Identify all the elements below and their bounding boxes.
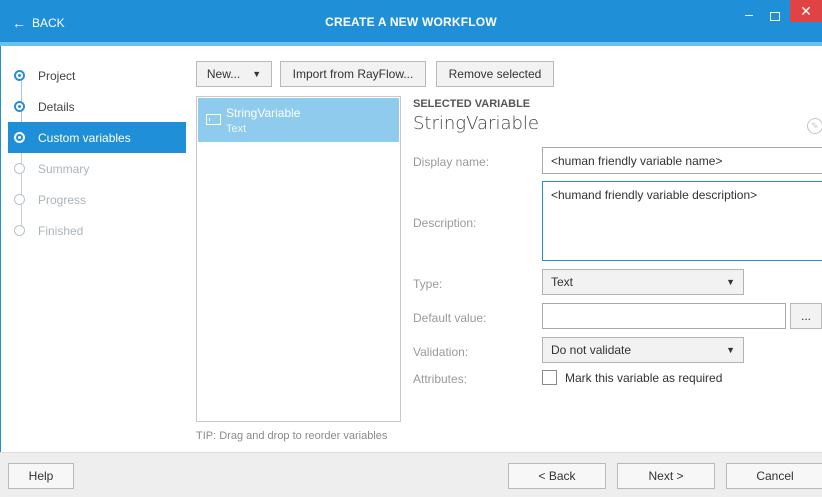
description-value: <humand friendly variable description> <box>551 188 758 202</box>
new-variable-dropdown[interactable]: New... ▼ <box>196 61 272 87</box>
step-label: Details <box>38 99 75 114</box>
chevron-down-icon: ▼ <box>726 277 735 287</box>
edit-icon[interactable]: ✎ <box>807 118 822 134</box>
default-value-field[interactable] <box>542 303 786 329</box>
import-button[interactable]: Import from RayFlow... <box>280 61 426 87</box>
step-pending-icon <box>14 163 25 174</box>
minimize-icon: – <box>745 6 753 22</box>
maximize-button[interactable] <box>764 8 786 24</box>
step-done-icon <box>14 101 25 112</box>
description-field[interactable]: <humand friendly variable description> <box>542 181 822 261</box>
step-current-icon <box>14 132 25 143</box>
attributes-label: Attributes: <box>413 372 468 386</box>
list-item[interactable]: StringVariable Text <box>198 98 399 142</box>
text-variable-icon <box>206 114 221 125</box>
step-project[interactable]: Project <box>8 60 186 91</box>
default-value-label: Default value: <box>413 311 487 325</box>
browse-button[interactable]: ... <box>790 303 822 329</box>
step-details[interactable]: Details <box>8 91 186 122</box>
help-button[interactable]: Help <box>8 463 74 489</box>
window-title: CREATE A NEW WORKFLOW <box>325 15 497 29</box>
back-button[interactable]: < Back <box>508 463 606 489</box>
chevron-down-icon: ▼ <box>726 345 735 355</box>
step-progress: Progress <box>8 184 186 215</box>
step-summary: Summary <box>8 153 186 184</box>
close-button[interactable]: ✕ <box>790 0 822 22</box>
variable-item-name: StringVariable <box>226 106 301 120</box>
display-name-label: Display name: <box>413 155 490 169</box>
window-border <box>0 46 1 497</box>
validation-value: Do not validate <box>551 343 632 357</box>
help-label: Help <box>28 469 54 483</box>
title-bar: ← BACK CREATE A NEW WORKFLOW – ✕ <box>0 0 822 46</box>
step-label: Custom variables <box>38 130 131 145</box>
type-label: Type: <box>413 277 443 291</box>
display-name-value: <human friendly variable name> <box>551 153 723 168</box>
minimize-button[interactable]: – <box>738 6 760 24</box>
validation-select[interactable]: Do not validate ▼ <box>542 337 744 363</box>
variable-list[interactable]: StringVariable Text <box>196 96 401 422</box>
step-done-icon <box>14 70 25 81</box>
step-pending-icon <box>14 194 25 205</box>
selected-variable-heading: SELECTED VARIABLE <box>413 98 531 110</box>
display-name-field[interactable]: <human friendly variable name> <box>542 147 822 174</box>
validation-label: Validation: <box>413 345 469 359</box>
step-label: Finished <box>38 223 84 238</box>
description-label: Description: <box>413 216 477 230</box>
step-label: Summary <box>38 161 90 176</box>
back-button-label: < Back <box>538 469 576 483</box>
required-checkbox[interactable] <box>542 370 557 385</box>
next-button-label: Next > <box>648 469 684 483</box>
cancel-button-label: Cancel <box>756 469 794 483</box>
variable-item-type: Text <box>226 123 247 135</box>
title-accent-strip <box>0 42 822 46</box>
close-icon: ✕ <box>800 2 812 19</box>
browse-label: ... <box>800 309 811 323</box>
footer-bar: Help < Back Next > Cancel <box>0 452 822 497</box>
step-label: Progress <box>38 192 87 207</box>
maximize-icon <box>770 11 780 21</box>
cancel-button[interactable]: Cancel <box>726 463 822 489</box>
step-label: Project <box>38 68 76 83</box>
remove-selected-button[interactable]: Remove selected <box>436 61 554 87</box>
step-pending-icon <box>14 225 25 236</box>
reorder-tip: TIP: Drag and drop to reorder variables <box>196 430 388 442</box>
next-button[interactable]: Next > <box>617 463 715 489</box>
type-value: Text <box>551 275 574 289</box>
step-finished: Finished <box>8 215 186 246</box>
selected-variable-name: StringVariable <box>413 113 539 134</box>
step-custom-variables[interactable]: Custom variables <box>8 122 186 153</box>
wizard-steps: Project Details Custom variables Summary… <box>8 60 186 246</box>
required-checkbox-label[interactable]: Mark this variable as required <box>565 371 722 385</box>
type-select[interactable]: Text ▼ <box>542 269 744 295</box>
remove-label: Remove selected <box>448 67 542 81</box>
import-label: Import from RayFlow... <box>292 67 414 81</box>
new-label: New... <box>206 67 241 81</box>
caret-down-icon: ▼ <box>252 69 262 79</box>
